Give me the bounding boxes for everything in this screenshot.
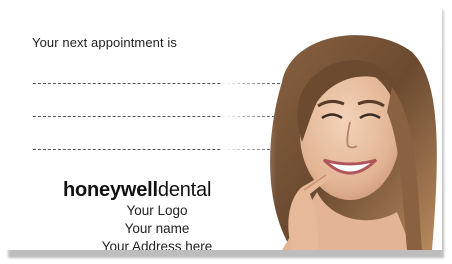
brand-name-bold: honeywell [63, 179, 158, 201]
smiling-woman-photo [222, 22, 442, 250]
business-card-mockup: Your next appointment is honeywelldental… [0, 0, 452, 264]
brand-name-light: dental [157, 179, 212, 201]
appointment-card: Your next appointment is honeywelldental… [6, 6, 442, 250]
name-placeholder: Your name [124, 221, 190, 236]
brand-logo-text: honeywelldental [63, 179, 211, 202]
appointment-heading: Your next appointment is [32, 35, 178, 50]
address-placeholder: Your Address here [101, 239, 213, 250]
logo-placeholder: Your Logo [126, 203, 188, 218]
